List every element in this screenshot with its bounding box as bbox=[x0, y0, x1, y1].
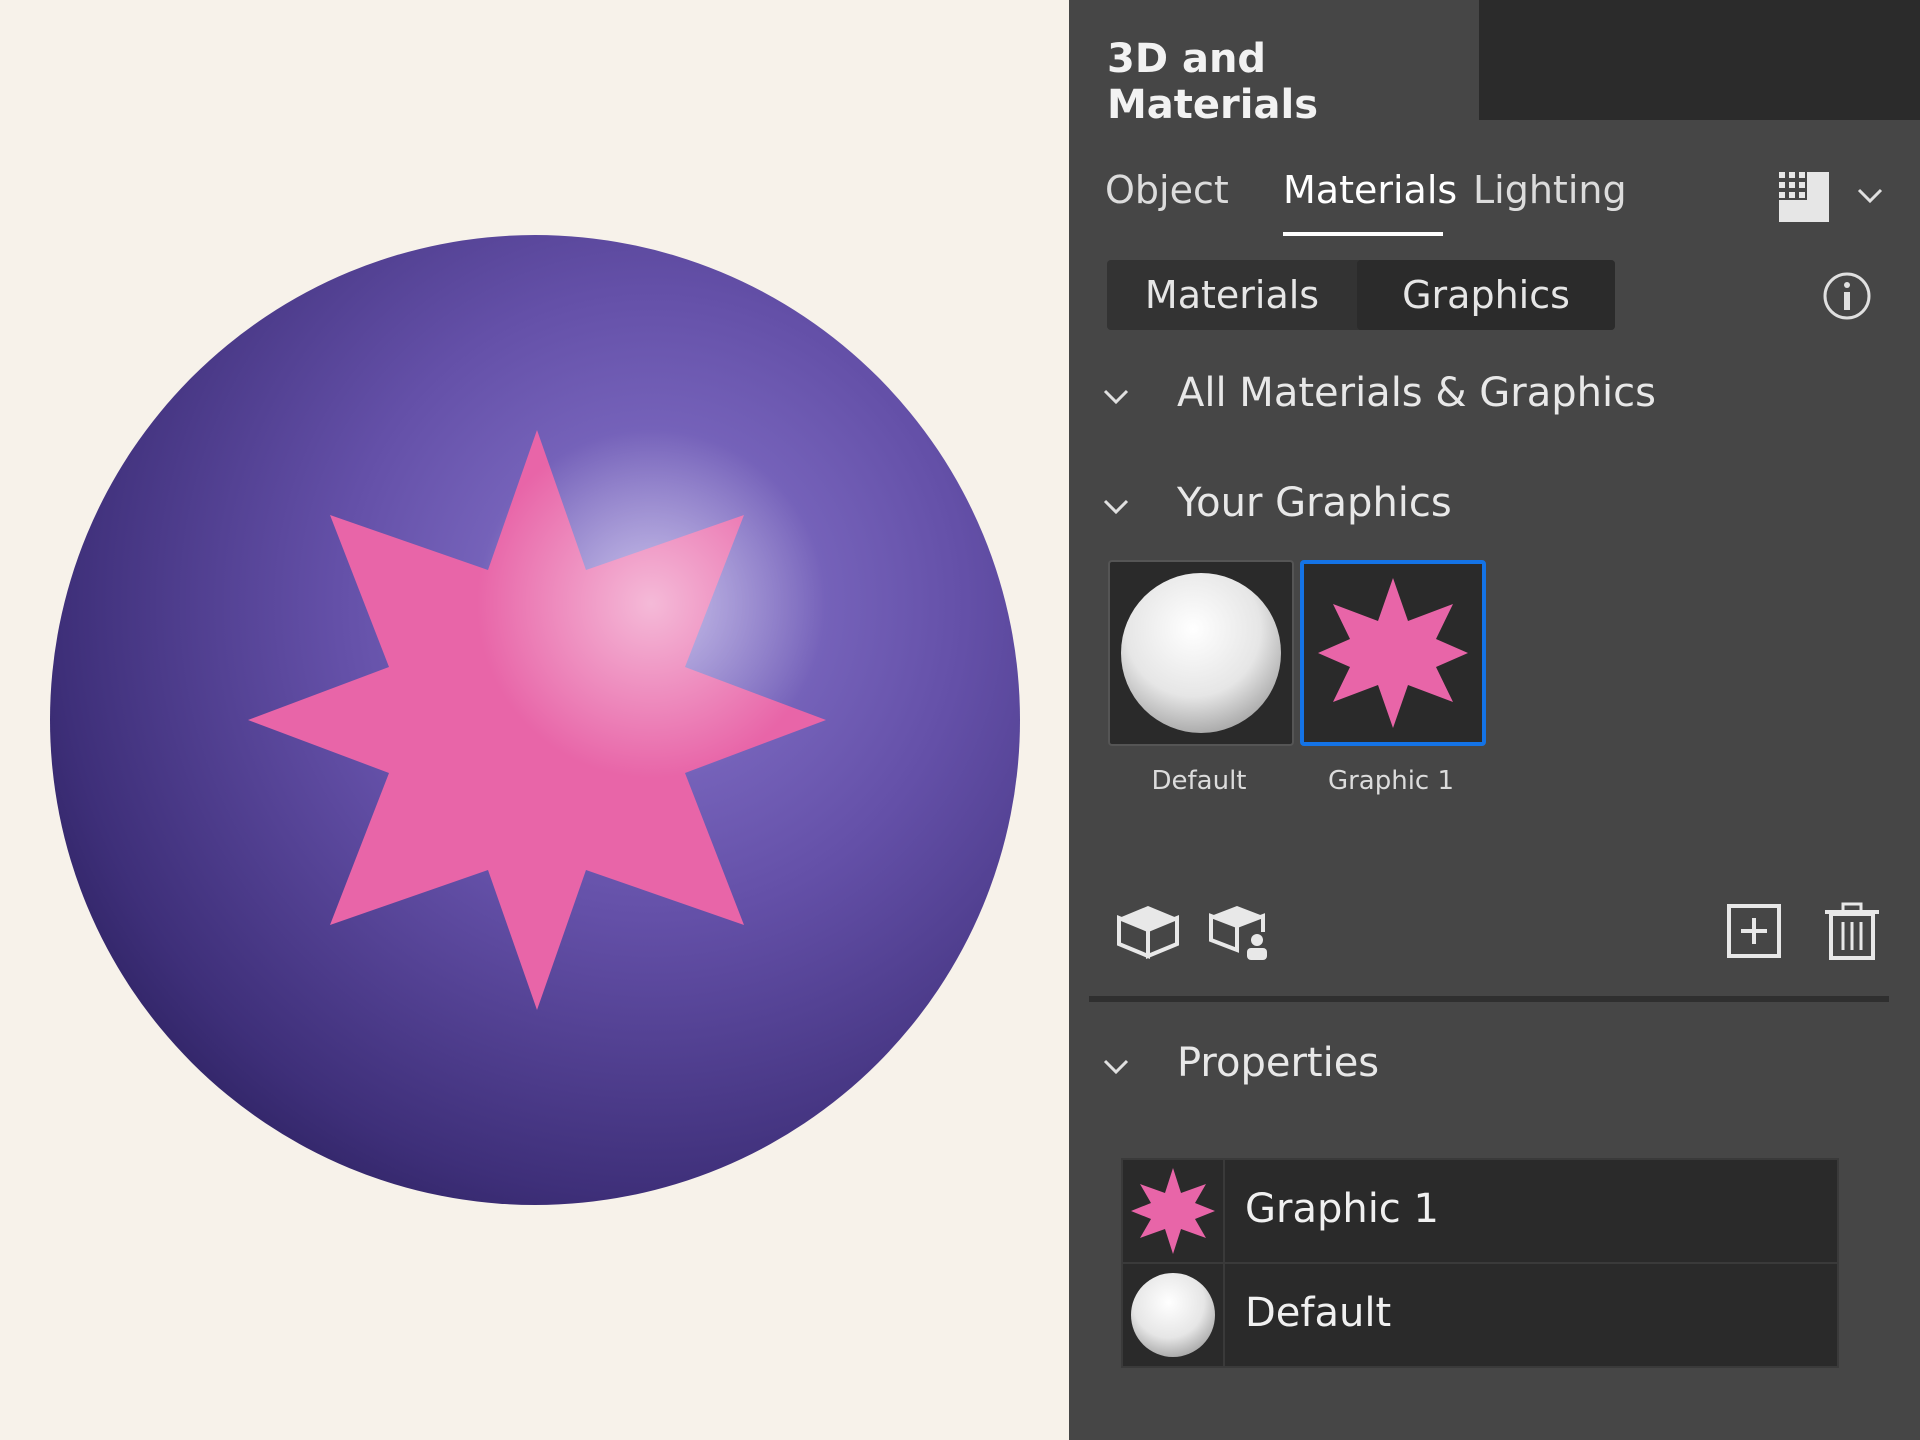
list-item[interactable]: Graphic 1 bbox=[1123, 1160, 1837, 1262]
segment-materials[interactable]: Materials bbox=[1107, 260, 1357, 330]
section-all-materials-label: All Materials & Graphics bbox=[1177, 370, 1656, 416]
thumb-label-default: Default bbox=[1151, 766, 1247, 796]
section-divider bbox=[1089, 996, 1889, 1002]
materials-graphics-toggle: Materials Graphics bbox=[1107, 260, 1615, 330]
chevron-down-icon bbox=[1103, 389, 1129, 405]
active-tab-underline bbox=[1283, 232, 1443, 236]
segment-graphics[interactable]: Graphics bbox=[1357, 260, 1615, 330]
chevron-down-icon bbox=[1103, 1059, 1129, 1075]
graphic-thumb-default[interactable] bbox=[1108, 560, 1294, 746]
trash-icon[interactable] bbox=[1817, 900, 1887, 962]
thumb-label-graphic-1: Graphic 1 bbox=[1327, 766, 1455, 796]
list-item-label: Default bbox=[1245, 1290, 1392, 1336]
properties-list: Graphic 1 Default bbox=[1121, 1158, 1839, 1368]
add-graphic-icon[interactable] bbox=[1719, 900, 1789, 962]
render-quality-icon[interactable] bbox=[1777, 170, 1831, 224]
panel-title: 3D and Materials bbox=[1107, 36, 1318, 128]
panel-title-tab[interactable]: 3D and Materials bbox=[1069, 0, 1479, 128]
list-item-label: Graphic 1 bbox=[1245, 1186, 1439, 1232]
place-graphic-icon[interactable] bbox=[1207, 900, 1277, 962]
graphic-thumb-graphic-1[interactable] bbox=[1300, 560, 1486, 746]
list-item[interactable]: Default bbox=[1123, 1262, 1837, 1366]
tab-object[interactable]: Object bbox=[1105, 168, 1229, 212]
section-your-graphics-label: Your Graphics bbox=[1177, 480, 1452, 526]
artboard-canvas[interactable] bbox=[0, 0, 1069, 1440]
sphere-with-star[interactable] bbox=[50, 235, 1020, 1205]
sphere-icon bbox=[1121, 573, 1281, 733]
tab-materials[interactable]: Materials bbox=[1283, 168, 1457, 212]
chevron-down-icon bbox=[1103, 499, 1129, 515]
info-icon[interactable] bbox=[1821, 270, 1873, 322]
panel-titlebar: 3D and Materials bbox=[1069, 0, 1920, 128]
chevron-down-icon[interactable] bbox=[1855, 184, 1885, 208]
section-properties-label: Properties bbox=[1177, 1040, 1380, 1086]
star-icon bbox=[1318, 578, 1468, 728]
3d-materials-panel: 3D and Materials Object Materials Lighti… bbox=[1069, 0, 1920, 1440]
star-icon bbox=[1123, 1160, 1225, 1262]
tab-lighting[interactable]: Lighting bbox=[1473, 168, 1627, 212]
apply-graphic-icon[interactable] bbox=[1113, 900, 1183, 962]
sphere-icon bbox=[1123, 1264, 1225, 1366]
